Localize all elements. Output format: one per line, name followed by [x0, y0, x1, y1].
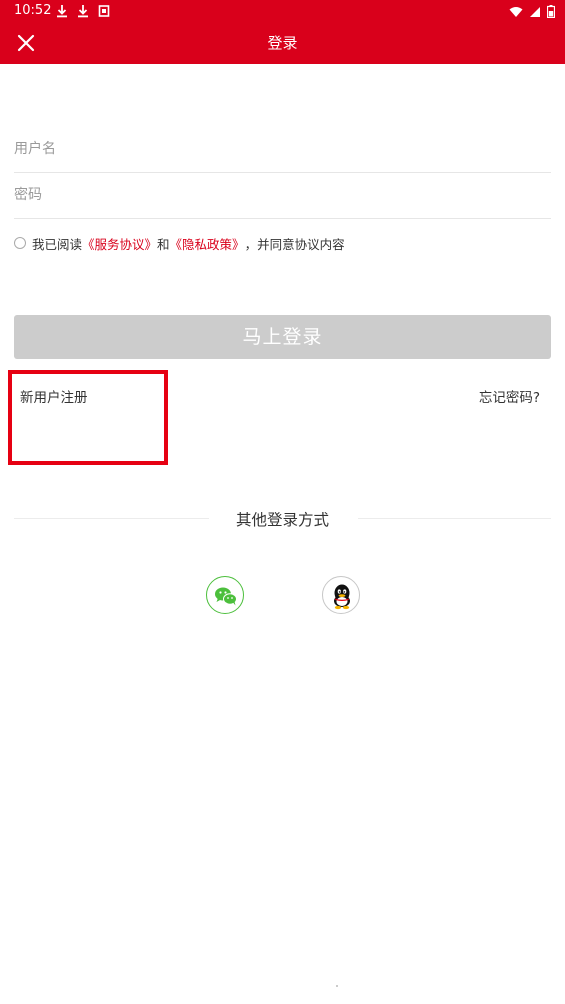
page-title: 登录: [267, 34, 298, 52]
privacy-policy-link[interactable]: 《隐私政策》: [170, 234, 245, 253]
password-field-container: [14, 173, 551, 219]
download-icon: [56, 3, 68, 22]
login-button[interactable]: 马上登录: [14, 315, 551, 359]
username-field-container: [14, 127, 551, 173]
screenshot-icon: [98, 3, 110, 22]
register-link[interactable]: 新用户注册: [20, 386, 88, 406]
signal-icon: [529, 3, 541, 22]
agreement-suffix: ，并同意协议内容: [244, 236, 345, 252]
agreement-row: 我已阅读 《服务协议》 和 《隐私政策》 ，并同意协议内容: [14, 233, 345, 253]
divider-right: [358, 518, 551, 519]
forgot-password-link[interactable]: 忘记密码?: [479, 386, 540, 406]
agreement-and: 和: [157, 236, 170, 252]
username-input[interactable]: [14, 127, 551, 171]
qq-icon: [334, 584, 350, 610]
wifi-icon: [509, 3, 523, 22]
status-bar: 10:52: [0, 0, 565, 22]
other-login-label: 其他登录方式: [235, 511, 329, 529]
battery-icon: [546, 3, 556, 22]
password-input[interactable]: [14, 173, 551, 217]
wechat-icon: [215, 587, 237, 606]
agreement-prefix: 我已阅读: [32, 236, 83, 252]
wechat-login-button[interactable]: [206, 576, 244, 614]
decorative-dot: [336, 985, 338, 987]
download-icon: [77, 3, 89, 22]
agreement-radio[interactable]: [14, 237, 26, 249]
header-bar: 登录: [0, 22, 565, 64]
service-agreement-link[interactable]: 《服务协议》: [82, 234, 157, 253]
status-time: 10:52: [14, 3, 52, 18]
qq-login-button[interactable]: [322, 576, 360, 614]
highlight-box: [8, 370, 168, 465]
